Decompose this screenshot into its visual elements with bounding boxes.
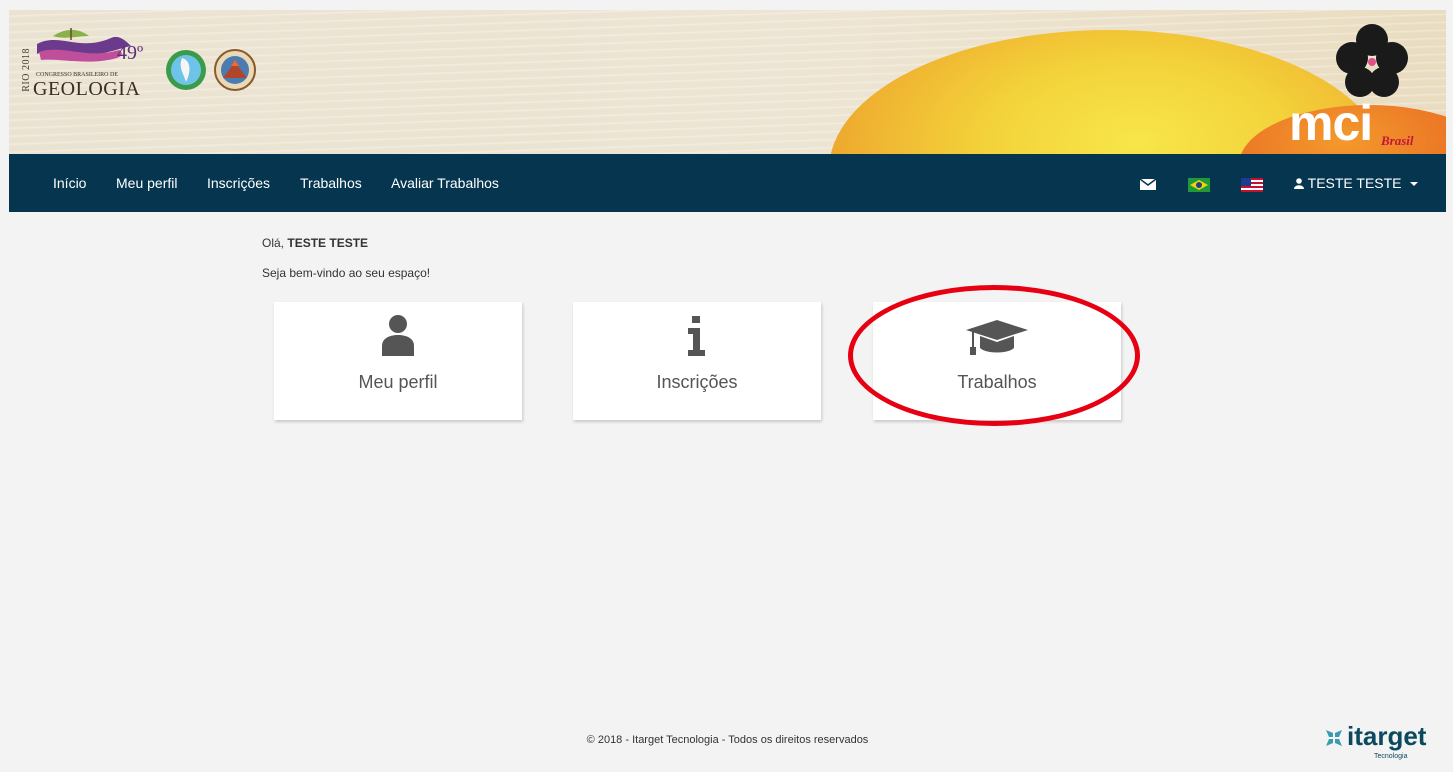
user-menu-label: TESTE TESTE [1307,175,1402,191]
itarget-logo-icon [1326,730,1342,746]
header-banner: RIO 2018 49º CONGRESSO BRASILEIRO DE GEO… [9,10,1446,154]
info-icon [688,316,705,356]
us-flag-icon[interactable] [1241,178,1263,192]
caret-down-icon [1410,182,1419,187]
highlight-annotation [848,285,1140,426]
nav-item-meu-perfil[interactable]: Meu perfil [116,154,177,212]
partner-logo-green [166,50,206,90]
card-inscricoes[interactable]: Inscrições [573,302,821,420]
itarget-logo-subtext: Tecnologia [1374,753,1408,760]
partner-logo-volcano [214,49,256,91]
nav-item-avaliar-trabalhos[interactable]: Avaliar Trabalhos [391,154,499,212]
mci-flower-icon [1336,24,1408,97]
user-icon [1294,178,1304,189]
greeting: Olá, TESTE TESTE [262,236,368,250]
main-navbar: Início Meu perfil Inscrições Trabalhos A… [9,154,1446,212]
mci-logo-text: mci [1289,95,1373,151]
envelope-icon[interactable] [1140,179,1156,190]
greeting-prefix: Olá, [262,236,285,250]
nav-item-inicio[interactable]: Início [53,154,86,212]
user-icon [382,315,414,356]
nav-item-inscricoes[interactable]: Inscrições [207,154,270,212]
greeting-user-name: TESTE TESTE [287,236,369,250]
nav-item-trabalhos[interactable]: Trabalhos [300,154,362,212]
card-label: Meu perfil [358,372,438,392]
itarget-logo-text: itarget [1347,721,1427,751]
welcome-message: Seja bem-vindo ao seu espaço! [262,266,431,280]
event-year: RIO 2018 [21,48,32,92]
event-title: GEOLOGIA [33,78,141,100]
card-meu-perfil[interactable]: Meu perfil [274,302,522,420]
brazil-flag-icon[interactable] [1188,178,1210,192]
mci-logo-subtext: Brasil [1381,133,1414,148]
user-menu-dropdown[interactable]: TESTE TESTE [1294,154,1419,212]
itarget-logo[interactable]: itarget Tecnologia [1324,721,1444,765]
event-edition: 49º [117,42,144,64]
page-frame: RIO 2018 49º CONGRESSO BRASILEIRO DE GEO… [9,10,1446,772]
card-label: Inscrições [656,372,738,392]
footer-copyright: © 2018 - Itarget Tecnologia - Todos os d… [586,734,869,746]
